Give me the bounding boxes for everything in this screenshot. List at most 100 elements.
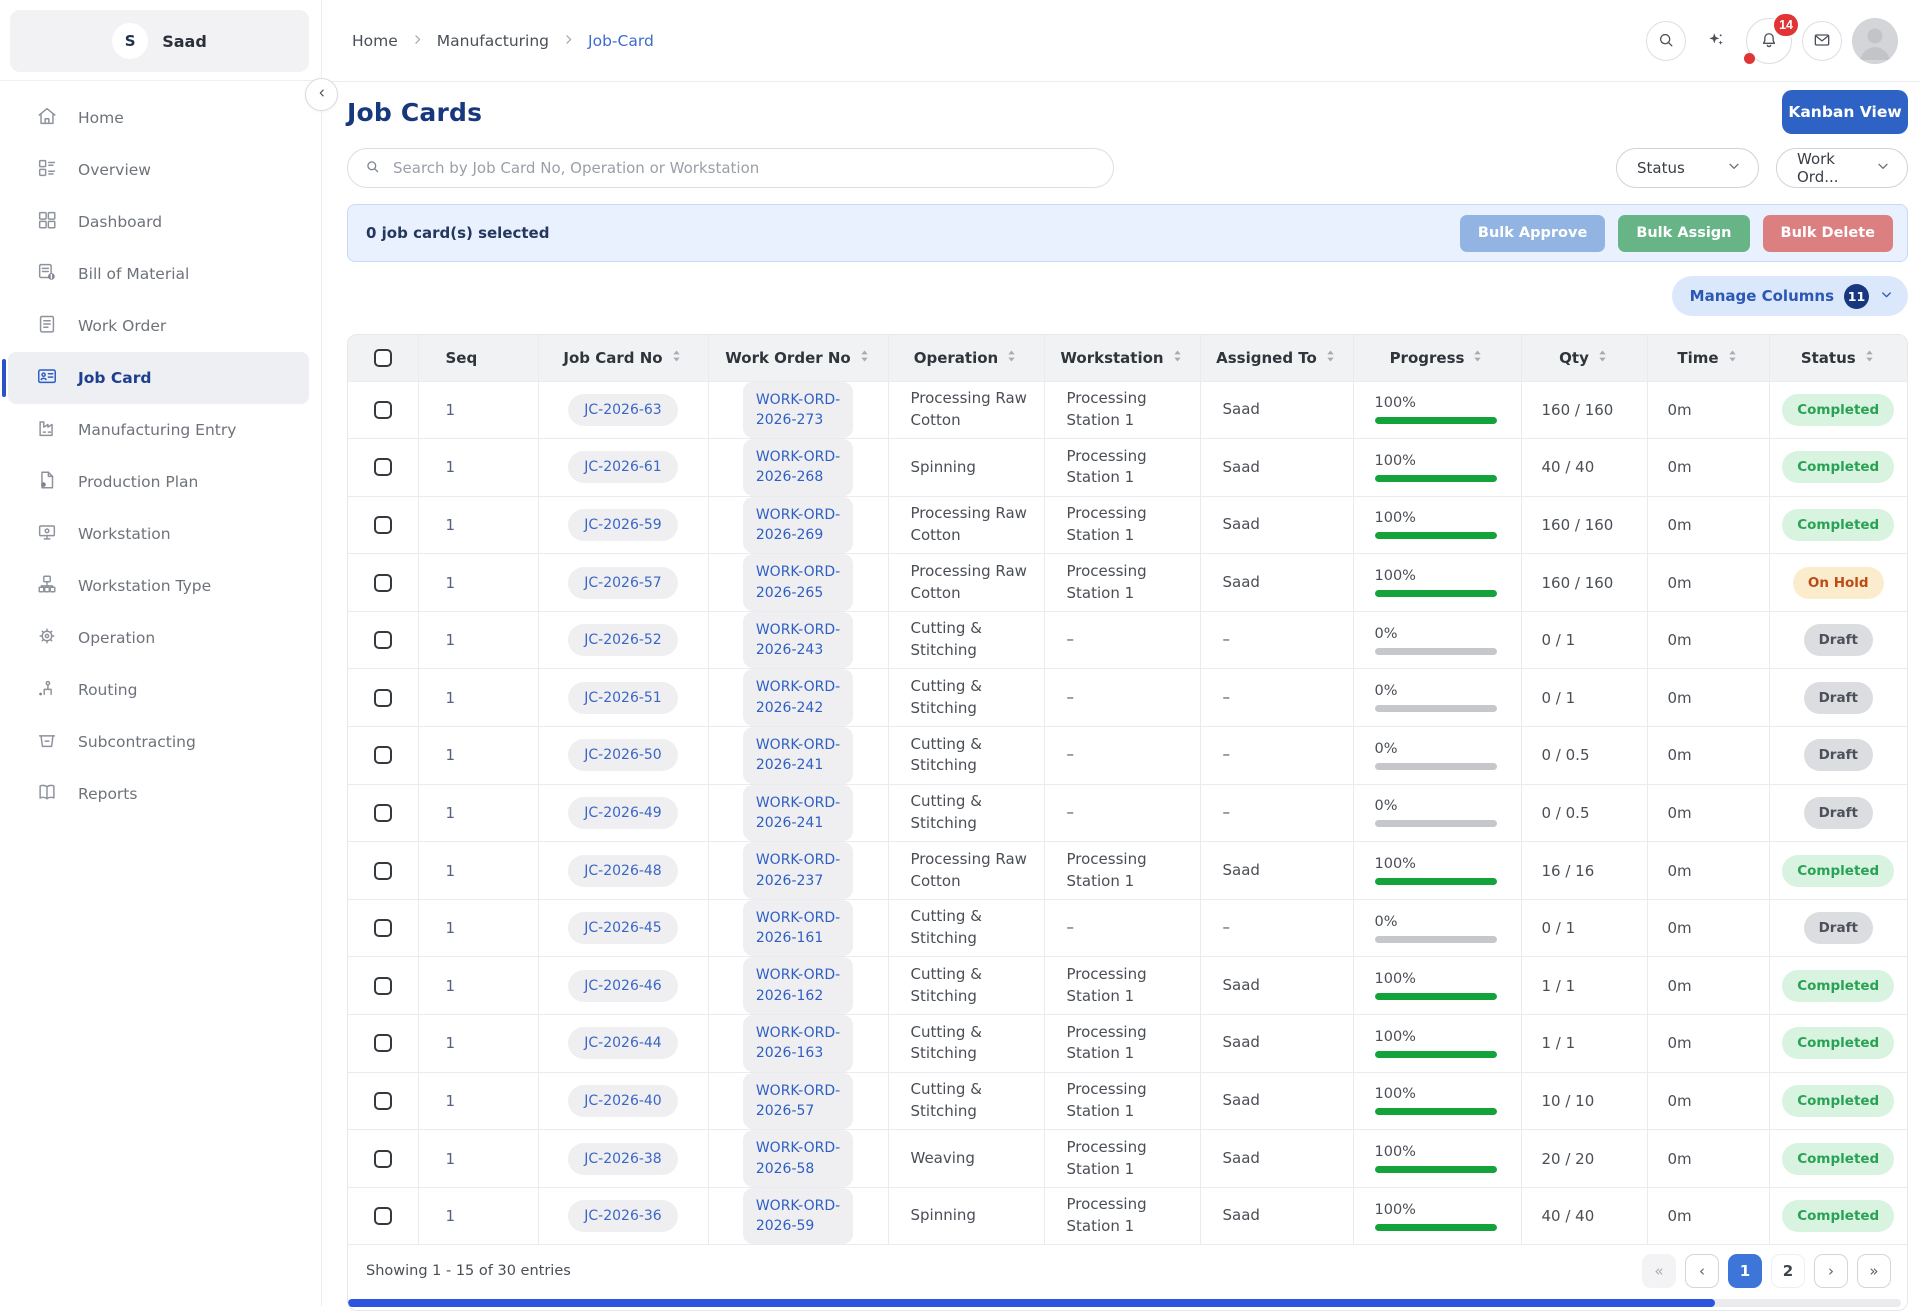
row-checkbox[interactable]	[374, 1207, 392, 1225]
work-order-link[interactable]: WORK-ORD- 2026-59	[743, 1188, 853, 1245]
breadcrumb-manufacturing[interactable]: Manufacturing	[437, 32, 549, 50]
job-card-link[interactable]: JC-2026-49	[568, 797, 677, 829]
work-order-filter-dropdown[interactable]: Work Ord...	[1776, 148, 1908, 188]
search-button[interactable]	[1646, 21, 1686, 61]
sidebar-item-home[interactable]: Home	[8, 92, 309, 144]
work-order-link[interactable]: WORK-ORD- 2026-273	[743, 382, 853, 439]
row-checkbox[interactable]	[374, 458, 392, 476]
column-header-job-card-no[interactable]: Job Card No	[538, 335, 708, 381]
job-card-link[interactable]: JC-2026-50	[568, 739, 677, 771]
row-checkbox[interactable]	[374, 516, 392, 534]
row-checkbox[interactable]	[374, 746, 392, 764]
row-checkbox[interactable]	[374, 689, 392, 707]
column-header-operation[interactable]: Operation	[888, 335, 1044, 381]
ai-assistant-button[interactable]	[1696, 21, 1736, 61]
work-order-link[interactable]: WORK-ORD- 2026-268	[743, 439, 853, 496]
last-page-button[interactable]: »	[1857, 1254, 1891, 1288]
column-header-seq[interactable]: Seq	[418, 335, 538, 381]
sidebar-item-workstation-type[interactable]: Workstation Type	[8, 560, 309, 612]
job-card-link[interactable]: JC-2026-48	[568, 855, 677, 887]
row-checkbox[interactable]	[374, 574, 392, 592]
kanban-view-button[interactable]: Kanban View	[1782, 90, 1908, 134]
manage-columns-button[interactable]: Manage Columns 11	[1672, 276, 1908, 316]
status-filter-dropdown[interactable]: Status	[1616, 148, 1759, 188]
work-order-link[interactable]: WORK-ORD- 2026-57	[743, 1073, 853, 1130]
job-card-link[interactable]: JC-2026-59	[568, 509, 677, 541]
page-button-2[interactable]: 2	[1771, 1254, 1805, 1288]
job-card-link[interactable]: JC-2026-44	[568, 1027, 677, 1059]
job-card-link[interactable]: JC-2026-61	[568, 451, 677, 483]
bulk-approve-button[interactable]: Bulk Approve	[1460, 215, 1605, 252]
sidebar-item-operation[interactable]: Operation	[8, 612, 309, 664]
row-checkbox[interactable]	[374, 804, 392, 822]
row-checkbox[interactable]	[374, 1092, 392, 1110]
work-order-link[interactable]: WORK-ORD- 2026-241	[743, 785, 853, 842]
column-header-progress[interactable]: Progress	[1353, 335, 1521, 381]
work-order-link[interactable]: WORK-ORD- 2026-162	[743, 957, 853, 1014]
profile-avatar[interactable]	[1852, 18, 1898, 64]
progress-label: 100%	[1375, 856, 1521, 872]
row-checkbox[interactable]	[374, 1150, 392, 1168]
column-header-workstation[interactable]: Workstation	[1044, 335, 1200, 381]
row-checkbox[interactable]	[374, 977, 392, 995]
job-card-search-input[interactable]	[393, 159, 1097, 177]
row-checkbox[interactable]	[374, 1034, 392, 1052]
row-checkbox[interactable]	[374, 401, 392, 419]
next-page-button[interactable]: ›	[1814, 1254, 1848, 1288]
job-card-link[interactable]: JC-2026-52	[568, 624, 677, 656]
sidebar-item-subcontracting[interactable]: Subcontracting	[8, 716, 309, 768]
work-order-link[interactable]: WORK-ORD- 2026-265	[743, 554, 853, 611]
work-order-link[interactable]: WORK-ORD- 2026-58	[743, 1130, 853, 1187]
bulk-delete-button[interactable]: Bulk Delete	[1763, 215, 1893, 252]
column-header-assigned-to[interactable]: Assigned To	[1200, 335, 1353, 381]
sidebar-user-card[interactable]: S Saad	[10, 10, 309, 72]
column-header-status[interactable]: Status	[1769, 335, 1907, 381]
first-page-button[interactable]: «	[1642, 1254, 1676, 1288]
sidebar-item-routing[interactable]: Routing	[8, 664, 309, 716]
sidebar-item-bill-of-material[interactable]: Bill of Material	[8, 248, 309, 300]
work-order-link[interactable]: WORK-ORD- 2026-241	[743, 727, 853, 784]
select-all-checkbox[interactable]	[374, 349, 392, 367]
row-checkbox[interactable]	[374, 631, 392, 649]
sidebar-collapse-button[interactable]	[305, 78, 338, 111]
notifications-button[interactable]: 14	[1746, 18, 1792, 64]
sidebar-item-workstation[interactable]: Workstation	[8, 508, 309, 560]
sidebar-item-dashboard[interactable]: Dashboard	[8, 196, 309, 248]
job-card-link[interactable]: JC-2026-45	[568, 912, 677, 944]
table-row: 1JC-2026-48WORK-ORD- 2026-237Processing …	[348, 842, 1907, 900]
breadcrumb-home[interactable]: Home	[352, 32, 398, 50]
scrollbar-thumb[interactable]	[348, 1299, 1715, 1307]
work-order-link[interactable]: WORK-ORD- 2026-237	[743, 842, 853, 899]
work-order-filter-label: Work Ord...	[1797, 150, 1875, 186]
sidebar-item-manufacturing-entry[interactable]: Manufacturing Entry	[8, 404, 309, 456]
work-order-link[interactable]: WORK-ORD- 2026-242	[743, 669, 853, 726]
sidebar-item-job-card[interactable]: Job Card	[8, 352, 309, 404]
column-header-qty[interactable]: Qty	[1521, 335, 1647, 381]
bulk-assign-button[interactable]: Bulk Assign	[1618, 215, 1749, 252]
time-cell: 0m	[1647, 554, 1769, 612]
job-card-link[interactable]: JC-2026-63	[568, 394, 677, 426]
row-checkbox[interactable]	[374, 919, 392, 937]
column-header-time[interactable]: Time	[1647, 335, 1769, 381]
column-header-work-order-no[interactable]: Work Order No	[708, 335, 888, 381]
work-order-link[interactable]: WORK-ORD- 2026-269	[743, 497, 853, 554]
work-order-link[interactable]: WORK-ORD- 2026-243	[743, 612, 853, 669]
sidebar-item-work-order[interactable]: Work Order	[8, 300, 309, 352]
sidebar-item-production-plan[interactable]: Production Plan	[8, 456, 309, 508]
sidebar-item-reports[interactable]: Reports	[8, 768, 309, 820]
job-card-link[interactable]: JC-2026-38	[568, 1143, 677, 1175]
work-order-link[interactable]: WORK-ORD- 2026-163	[743, 1015, 853, 1072]
job-card-link[interactable]: JC-2026-46	[568, 970, 677, 1002]
page-button-1[interactable]: 1	[1728, 1254, 1762, 1288]
job-card-link[interactable]: JC-2026-36	[568, 1200, 677, 1232]
row-checkbox[interactable]	[374, 862, 392, 880]
job-card-link[interactable]: JC-2026-57	[568, 567, 677, 599]
job-card-link[interactable]: JC-2026-51	[568, 682, 677, 714]
job-card-link[interactable]: JC-2026-40	[568, 1085, 677, 1117]
messages-button[interactable]	[1802, 21, 1842, 61]
breadcrumb-job-card[interactable]: Job-Card	[588, 32, 654, 50]
sidebar-item-overview[interactable]: Overview	[8, 144, 309, 196]
previous-page-button[interactable]: ‹	[1685, 1254, 1719, 1288]
work-order-link[interactable]: WORK-ORD- 2026-161	[743, 900, 853, 957]
progress-bar	[1375, 475, 1497, 482]
